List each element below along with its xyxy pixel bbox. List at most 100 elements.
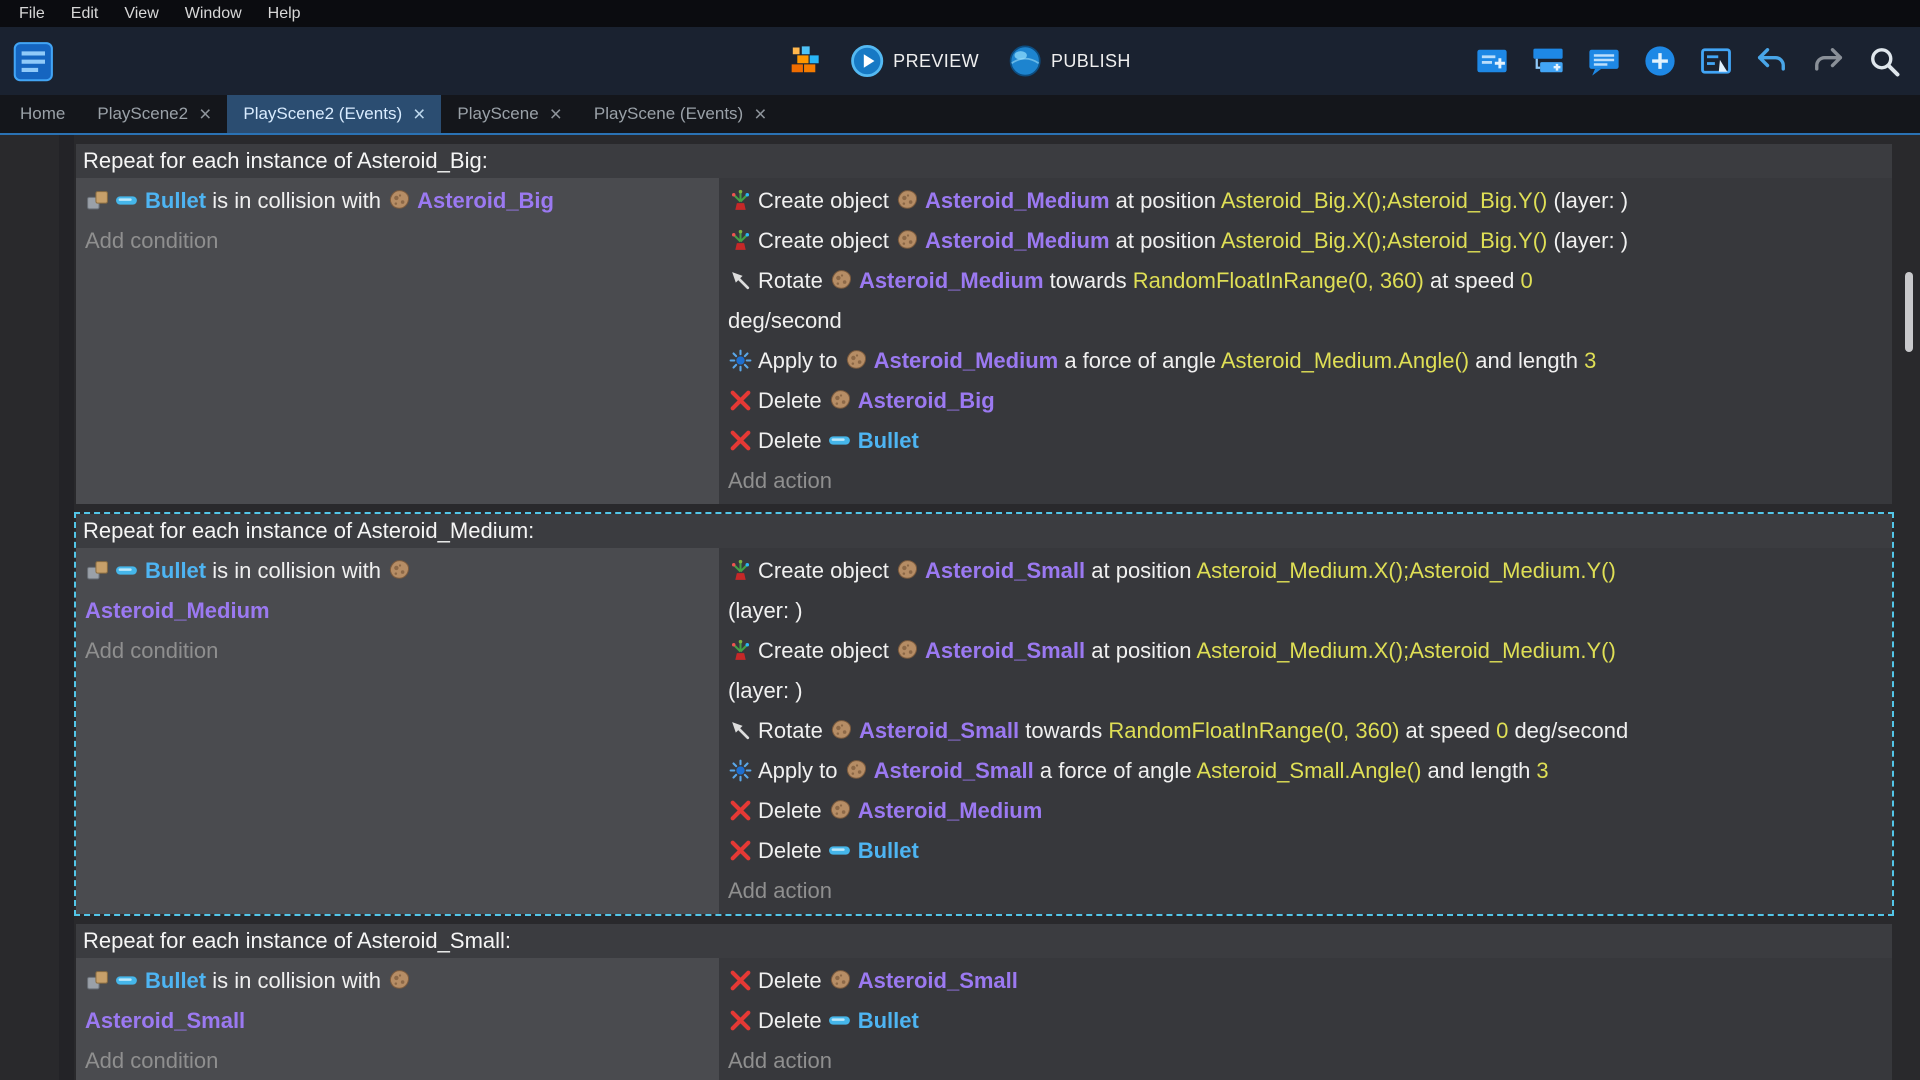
add-circle-button[interactable] — [1638, 39, 1682, 83]
action-row[interactable]: Delete Asteroid_Medium — [728, 791, 1883, 831]
text-segment: Bullet — [145, 558, 207, 583]
menu-item-edit[interactable]: Edit — [58, 0, 112, 27]
add-condition-button[interactable]: Add condition — [85, 1041, 710, 1080]
redo-button[interactable] — [1806, 39, 1850, 83]
events-sheet-panel: Repeat for each instance of Asteroid_Big… — [0, 135, 1920, 1080]
text-segment: deg/second — [1508, 718, 1629, 743]
action-row[interactable]: Delete Asteroid_Small — [728, 961, 1883, 1001]
preview-play-icon — [849, 43, 885, 79]
text-segment: Asteroid_Small.Angle() — [1196, 758, 1422, 783]
tab-close-icon[interactable]: × — [550, 104, 562, 125]
action-row[interactable]: Delete Bullet — [728, 421, 1883, 461]
project-manager-button[interactable] — [12, 39, 56, 83]
bullet-icon — [828, 838, 853, 863]
text-segment: Asteroid_Medium — [924, 188, 1110, 213]
text-segment: Asteroid_Medium — [857, 798, 1043, 823]
event-header[interactable]: Repeat for each instance of Asteroid_Big… — [76, 144, 1892, 178]
tab-label: PlayScene (Events) — [593, 104, 744, 123]
event-block[interactable]: Repeat for each instance of Asteroid_Sma… — [76, 924, 1892, 1080]
action-row[interactable]: Create object Asteroid_Small at position… — [728, 631, 1883, 711]
text-segment: Create object — [758, 188, 895, 213]
action-row[interactable]: Apply to Asteroid_Small a force of angle… — [728, 751, 1883, 791]
collision-icon — [85, 188, 110, 213]
menu-item-view[interactable]: View — [111, 0, 171, 27]
text-segment: and length — [1421, 758, 1537, 783]
undo-button[interactable] — [1750, 39, 1794, 83]
action-row[interactable]: Rotate Asteroid_Small towards RandomFloa… — [728, 711, 1883, 751]
action-row[interactable]: Delete Bullet — [728, 831, 1883, 871]
add-subevent-button[interactable] — [1526, 39, 1570, 83]
text-segment: 0 — [1520, 268, 1533, 293]
create-icon — [728, 228, 753, 253]
publish-button[interactable]: PUBLISH — [1001, 39, 1137, 83]
preview-button[interactable]: PREVIEW — [843, 39, 985, 83]
text-segment: at position — [1085, 558, 1197, 583]
action-row[interactable]: Create object Asteroid_Small at position… — [728, 551, 1883, 631]
action-row[interactable]: Rotate Asteroid_Medium towards RandomFlo… — [728, 261, 1883, 341]
menu-item-help[interactable]: Help — [255, 0, 314, 27]
conditions-column: Bullet is in collision with Asteroid_Sma… — [76, 958, 719, 1080]
text-segment: towards — [1043, 268, 1133, 293]
debugger-button[interactable] — [783, 39, 827, 83]
add-condition-button[interactable]: Add condition — [85, 631, 710, 671]
add-condition-button[interactable]: Add condition — [85, 221, 710, 261]
text-segment: Asteroid_Medium — [858, 268, 1044, 293]
tab-close-icon[interactable]: × — [413, 104, 425, 125]
actions-column: Delete Asteroid_Small Delete Bullet Add ac… — [719, 958, 1892, 1080]
tab-close-icon[interactable]: × — [754, 104, 766, 125]
tab-home[interactable]: Home — [4, 95, 81, 133]
bullet-icon — [828, 1008, 853, 1033]
tab-playscene2[interactable]: PlayScene2 × — [81, 95, 227, 133]
menu-item-file[interactable]: File — [6, 0, 58, 27]
tab-playscene-events[interactable]: PlayScene (Events) × — [578, 95, 783, 133]
gdevelop-window: File Edit View Window Help PREVIEW PUBLISH H… — [0, 0, 1920, 1080]
tab-playscene2-events[interactable]: PlayScene2 (Events) × — [227, 95, 442, 133]
vertical-scrollbar-thumb[interactable] — [1905, 272, 1913, 352]
text-segment: Delete — [758, 798, 828, 823]
add-comment-icon — [1586, 43, 1622, 79]
add-comment-button[interactable] — [1582, 39, 1626, 83]
add-action-button[interactable]: Add action — [728, 871, 1883, 911]
delete-icon — [728, 1008, 753, 1033]
choose-event-icon — [1698, 43, 1734, 79]
add-event-button[interactable] — [1470, 39, 1514, 83]
condition-row[interactable]: Bullet is in collision with Asteroid_Sma… — [85, 961, 710, 1041]
text-segment: is in collision with — [206, 968, 388, 993]
actions-column: Create object Asteroid_Small at position… — [719, 548, 1892, 914]
add-action-button[interactable]: Add action — [728, 461, 1883, 501]
asteroid-icon — [828, 388, 853, 413]
action-row[interactable]: Delete Bullet — [728, 1001, 1883, 1041]
tab-playscene[interactable]: PlayScene × — [441, 95, 578, 133]
action-row[interactable]: Delete Asteroid_Big — [728, 381, 1883, 421]
delete-icon — [728, 798, 753, 823]
asteroid-icon — [844, 758, 869, 783]
text-segment: Asteroid_Big.X();Asteroid_Big.Y() — [1220, 228, 1548, 253]
menu-item-window[interactable]: Window — [172, 0, 255, 27]
event-header[interactable]: Repeat for each instance of Asteroid_Sma… — [76, 924, 1892, 958]
delete-icon — [728, 388, 753, 413]
tab-close-icon[interactable]: × — [199, 104, 211, 125]
condition-row[interactable]: Bullet is in collision with Asteroid_Med… — [85, 551, 710, 631]
action-row[interactable]: Apply to Asteroid_Medium a force of angl… — [728, 341, 1883, 381]
text-segment: and length — [1469, 348, 1585, 373]
action-row[interactable]: Create object Asteroid_Medium at positio… — [728, 181, 1883, 221]
text-segment: Delete — [758, 968, 828, 993]
action-row[interactable]: Create object Asteroid_Medium at positio… — [728, 221, 1883, 261]
text-segment: Asteroid_Small — [873, 758, 1034, 783]
event-block[interactable]: Repeat for each instance of Asteroid_Big… — [76, 144, 1892, 504]
text-segment: Asteroid_Small — [857, 968, 1018, 993]
collision-icon — [85, 968, 110, 993]
text-segment: Asteroid_Medium — [924, 228, 1110, 253]
event-block[interactable]: Repeat for each instance of Asteroid_Med… — [74, 512, 1894, 916]
text-segment: is in collision with — [206, 558, 388, 583]
event-header[interactable]: Repeat for each instance of Asteroid_Med… — [76, 514, 1892, 548]
add-action-button[interactable]: Add action — [728, 1041, 1883, 1080]
text-segment: Rotate — [758, 718, 829, 743]
text-segment: 3 — [1584, 348, 1597, 373]
event-sheet: Repeat for each instance of Asteroid_Big… — [74, 144, 1894, 1080]
condition-row[interactable]: Bullet is in collision with Asteroid_Big — [85, 181, 710, 221]
search-button[interactable] — [1862, 39, 1906, 83]
text-segment: Asteroid_Medium — [85, 598, 270, 623]
choose-event-button[interactable] — [1694, 39, 1738, 83]
bullet-icon — [115, 558, 140, 583]
